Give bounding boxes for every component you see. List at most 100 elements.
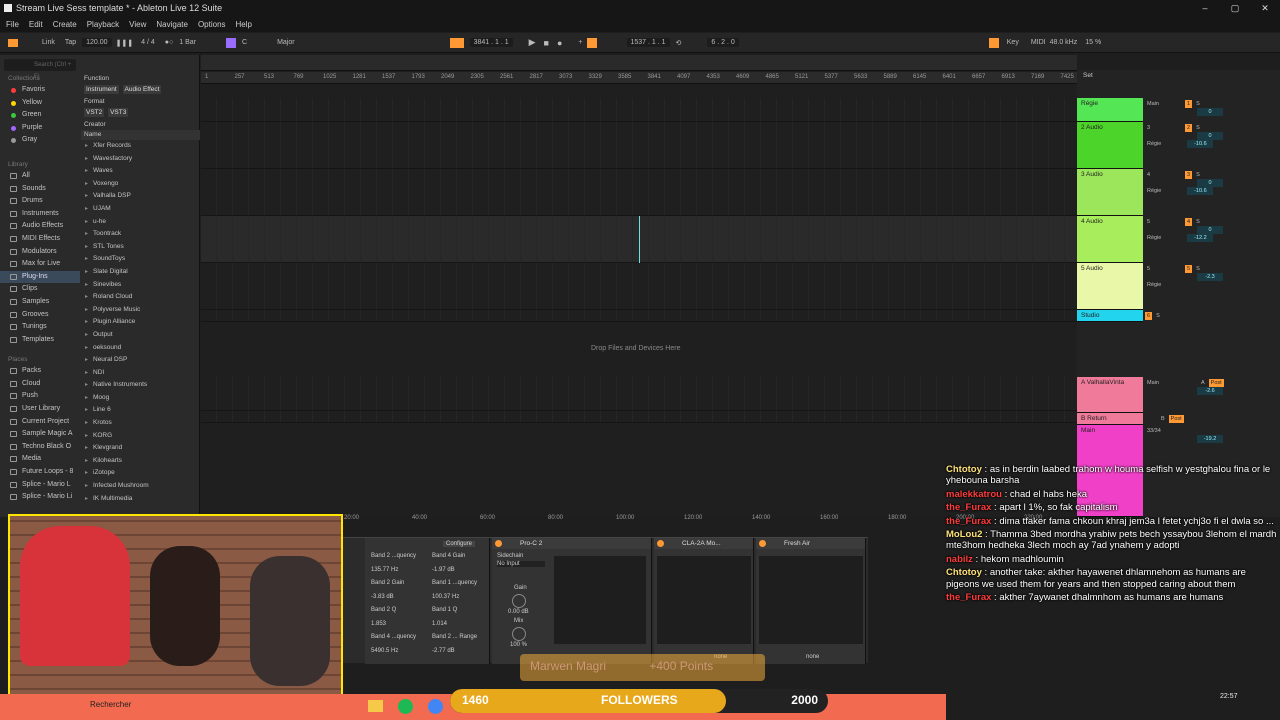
output-routing-select[interactable]: Régie bbox=[1145, 281, 1163, 289]
track-lane[interactable] bbox=[201, 169, 1077, 216]
main-io-select[interactable]: 33/34 bbox=[1145, 427, 1183, 435]
automation-arm-icon[interactable] bbox=[586, 37, 597, 48]
output-routing-select[interactable]: Régie bbox=[1145, 234, 1163, 242]
place-item[interactable]: User Library bbox=[0, 403, 80, 416]
solo-button[interactable]: S bbox=[1194, 171, 1202, 179]
cla-2a-title[interactable]: CLA-2A Mo... bbox=[654, 538, 753, 549]
vendor-folder[interactable]: STL Tones bbox=[81, 241, 200, 254]
loop-icon[interactable]: ⟲ bbox=[676, 39, 682, 47]
menu-playback[interactable]: Playback bbox=[87, 20, 119, 29]
library-item[interactable]: Tunings bbox=[0, 321, 80, 334]
position-field[interactable]: 3841 . 1 . 1 bbox=[469, 38, 513, 47]
tag-instrument[interactable]: Instrument bbox=[84, 85, 119, 94]
key-map-label[interactable]: Key bbox=[1007, 39, 1019, 46]
set-label[interactable]: Set bbox=[1083, 72, 1093, 79]
close-button[interactable]: ✕ bbox=[1250, 0, 1280, 16]
vendor-folder[interactable]: Valhalla DSP bbox=[81, 190, 200, 203]
place-item[interactable]: Cloud bbox=[0, 378, 80, 391]
quantize-select[interactable]: 1 Bar bbox=[179, 39, 196, 46]
mixer-track-header[interactable]: Régie bbox=[1077, 98, 1143, 122]
overdub-icon[interactable]: + bbox=[578, 39, 582, 46]
follow-icon[interactable] bbox=[449, 37, 464, 48]
place-item[interactable]: Splice - Mario Li bbox=[0, 491, 80, 504]
eq-param[interactable]: Band 2 Q bbox=[371, 607, 396, 613]
volume-field[interactable]: 0 bbox=[1197, 226, 1223, 234]
eq-param[interactable]: 135.77 Hz bbox=[371, 567, 398, 573]
return-track-header[interactable]: B Return bbox=[1077, 413, 1143, 425]
eq-param[interactable]: -2.77 dB bbox=[432, 648, 455, 654]
vendor-folder[interactable]: UJAM bbox=[81, 203, 200, 216]
mixer-track-header[interactable]: 5 Audio bbox=[1077, 263, 1143, 310]
vendor-folder[interactable]: Moog bbox=[81, 392, 200, 405]
vendor-folder[interactable]: Neural DSP bbox=[81, 354, 200, 367]
eq-param[interactable]: 100.37 Hz bbox=[432, 594, 459, 600]
return-track-header[interactable]: A ValhallaVinta bbox=[1077, 377, 1143, 413]
gain-field[interactable]: -10.6 bbox=[1187, 140, 1214, 148]
stop-icon[interactable]: ■ bbox=[544, 38, 549, 48]
track-input-select[interactable]: 5 bbox=[1145, 218, 1183, 226]
place-item[interactable]: Media bbox=[0, 453, 80, 466]
eq-param[interactable]: Band 2 ...quency bbox=[371, 553, 416, 559]
browser-toggle-icon[interactable] bbox=[8, 38, 18, 47]
place-item[interactable]: Sample Magic A bbox=[0, 428, 80, 441]
track-input-select[interactable]: 4 bbox=[1145, 171, 1183, 179]
track-input-select[interactable]: 5 bbox=[1145, 265, 1183, 273]
track-activator[interactable]: 2 bbox=[1185, 124, 1193, 132]
pro-c2-title[interactable]: Pro-C 2 bbox=[492, 538, 651, 549]
library-item[interactable]: Instruments bbox=[0, 208, 80, 221]
menu-view[interactable]: View bbox=[129, 20, 146, 29]
return-letter[interactable]: A bbox=[1199, 379, 1207, 387]
tempo-field[interactable]: 120.00 bbox=[82, 38, 112, 47]
menu-navigate[interactable]: Navigate bbox=[156, 20, 188, 29]
vendor-folder[interactable]: oeksound bbox=[81, 342, 200, 355]
collection-item[interactable]: Green bbox=[0, 109, 80, 122]
vendor-folder[interactable]: Slate Digital bbox=[81, 266, 200, 279]
eq-param[interactable]: Band 1 ...quency bbox=[432, 580, 477, 586]
vendor-folder[interactable]: Xfer Records bbox=[81, 140, 200, 153]
track-lane[interactable] bbox=[201, 263, 1077, 310]
track-activator[interactable]: 3 bbox=[1185, 171, 1193, 179]
mix-knob[interactable] bbox=[512, 627, 526, 641]
scale-mode-icon[interactable] bbox=[226, 37, 236, 48]
track-input-select[interactable]: Main bbox=[1145, 100, 1183, 108]
beat-ruler[interactable]: 1 257 513 769 1025 1281 1537 1793 2049 2305 2561 28… bbox=[201, 72, 1077, 84]
vendor-folder[interactable]: Waves bbox=[81, 165, 200, 178]
solo-button[interactable]: S bbox=[1154, 312, 1162, 320]
mixer-track-header[interactable]: Studio bbox=[1077, 310, 1143, 322]
eq-param[interactable]: 5490.5 Hz bbox=[371, 648, 398, 654]
eq-param[interactable]: -3.83 dB bbox=[371, 594, 394, 600]
library-item[interactable]: Templates bbox=[0, 334, 80, 347]
key-select[interactable]: C bbox=[242, 39, 247, 46]
vendor-folder[interactable]: Wavesfactory bbox=[81, 153, 200, 166]
loop-start-field[interactable]: 1537 . 1 . 1 bbox=[626, 38, 670, 47]
library-item[interactable]: Plug-Ins bbox=[0, 270, 80, 284]
vendor-folder[interactable]: Toontrack bbox=[81, 228, 200, 241]
place-item[interactable]: Packs bbox=[0, 365, 80, 378]
tag-vst3[interactable]: VST3 bbox=[108, 108, 129, 117]
place-item[interactable]: Splice - Mario L bbox=[0, 479, 80, 492]
link-button[interactable]: Link bbox=[42, 39, 55, 46]
plugin-slot[interactable] bbox=[759, 556, 863, 644]
loop-length-field[interactable]: 6 . 2 . 0 bbox=[707, 38, 739, 47]
chain-select[interactable]: none bbox=[806, 654, 819, 660]
midi-map-label[interactable]: MIDI bbox=[1031, 39, 1046, 46]
return-lane[interactable] bbox=[201, 411, 1077, 423]
vendor-folder[interactable]: Sinevibes bbox=[81, 279, 200, 292]
eq-param[interactable]: Band 1 Q bbox=[432, 607, 457, 613]
mixer-track-header[interactable]: 4 Audio bbox=[1077, 216, 1143, 263]
search-input[interactable]: Search (Ctrl + F) bbox=[4, 59, 76, 80]
collection-item[interactable]: Yellow bbox=[0, 97, 80, 110]
library-item[interactable]: All bbox=[0, 170, 80, 183]
menu-edit[interactable]: Edit bbox=[29, 20, 43, 29]
library-item[interactable]: Modulators bbox=[0, 246, 80, 259]
library-item[interactable]: Sounds bbox=[0, 183, 80, 196]
minimize-button[interactable]: – bbox=[1190, 0, 1220, 16]
track-input-select[interactable]: 3 bbox=[1145, 124, 1183, 132]
creator-filter[interactable]: Creator bbox=[84, 121, 200, 128]
vendor-folder[interactable]: KORG bbox=[81, 430, 200, 443]
track-lane[interactable] bbox=[201, 122, 1077, 169]
vendor-folder[interactable]: iZotope bbox=[81, 467, 200, 480]
track-activator[interactable]: 1 bbox=[1185, 100, 1193, 108]
scale-select[interactable]: Major bbox=[277, 39, 295, 46]
eq-param[interactable]: Band 2 ... Range bbox=[432, 634, 477, 640]
